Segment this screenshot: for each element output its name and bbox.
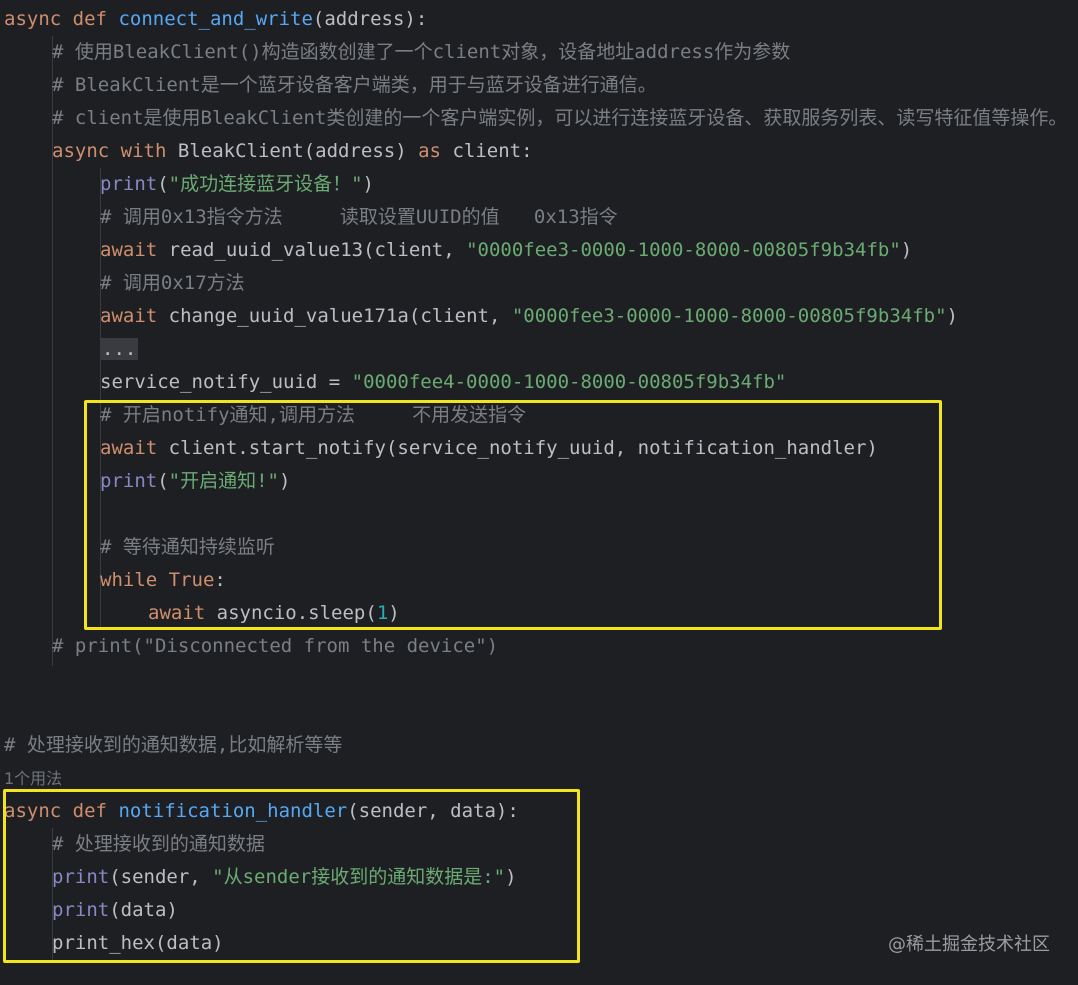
- keyword: def: [72, 8, 107, 30]
- code-line: print("成功连接蓝牙设备！"): [100, 168, 374, 201]
- code-line: await read_uuid_value13(client, "0000fee…: [100, 234, 912, 267]
- comment: # 处理接收到的通知数据,比如解析等等: [4, 734, 343, 756]
- code-editor[interactable]: async def connect_and_write(address): # …: [0, 0, 1078, 985]
- keyword: async: [52, 140, 110, 162]
- function-name: connect_and_write: [118, 8, 313, 30]
- code-line: ...: [100, 333, 139, 366]
- comment: # 调用0x17方法: [100, 272, 245, 294]
- code-text: client:: [452, 140, 533, 162]
- code-line: service_notify_uuid = "0000fee4-0000-100…: [100, 366, 786, 399]
- code-text: read_uuid_value13(client,: [168, 239, 467, 261]
- builtin-function: print: [100, 173, 158, 195]
- code-line: await change_uuid_value171a(client, "000…: [100, 300, 958, 333]
- folded-code-marker[interactable]: ...: [100, 338, 139, 360]
- code-text: (: [157, 173, 169, 195]
- comment: # BleakClient是一个蓝牙设备客户端类，用于与蓝牙设备进行通信。: [52, 74, 657, 96]
- comment: # 使用BleakClient()构造函数创建了一个client对象，设备地址a…: [52, 41, 791, 63]
- keyword: await: [100, 305, 158, 327]
- string-literal: "0000fee3-0000-1000-8000-00805f9b34fb": [511, 305, 947, 327]
- string-literal: "0000fee4-0000-1000-8000-00805f9b34fb": [351, 371, 787, 393]
- keyword: with: [120, 140, 167, 162]
- highlight-box-handler: [3, 789, 580, 963]
- code-text: service_notify_uuid =: [100, 371, 352, 393]
- comment: # client是使用BleakClient类创建的一个客户端实例，可以进行连接…: [52, 107, 1068, 129]
- keyword: async: [4, 8, 62, 30]
- string-literal: "成功连接蓝牙设备！": [168, 173, 363, 195]
- keyword: await: [100, 239, 158, 261]
- comment: # 调用0x13指令方法 读取设置UUID的值 0x13指令: [100, 206, 618, 228]
- string-literal: "0000fee3-0000-1000-8000-00805f9b34fb": [466, 239, 901, 261]
- code-text: BleakClient(address): [177, 140, 407, 162]
- highlight-box-notify: [84, 400, 942, 630]
- code-text: ): [946, 305, 958, 327]
- code-text: (address):: [312, 8, 428, 30]
- comment: # print("Disconnected from the device"): [52, 635, 499, 657]
- keyword: as: [418, 140, 441, 162]
- code-text: change_uuid_value171a(client,: [168, 305, 512, 327]
- code-text: ): [362, 173, 374, 195]
- code-text: ): [900, 239, 913, 261]
- code-line: async with BleakClient(address) as clien…: [52, 135, 533, 168]
- code-line: async def connect_and_write(address):: [4, 3, 427, 36]
- watermark: @稀土掘金技术社区: [888, 934, 1050, 955]
